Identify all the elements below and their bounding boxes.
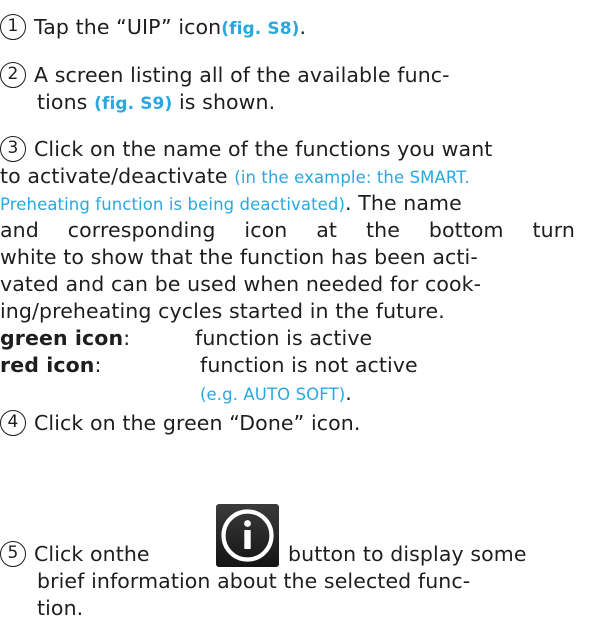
instruction-page: 1 Tap the “UIP” icon(fig. S8). 2 A screen … [0, 0, 589, 621]
legend-red-row: red icon: [0, 352, 102, 378]
example-note-part-2: Preheating function is being deactivated… [0, 195, 346, 214]
info-glyph [221, 509, 274, 562]
step-5-line-1-post: button to display some [288, 541, 527, 567]
legend-example: (e.g. AUTO SOFT) [200, 385, 346, 404]
step-number-5: 5 [0, 541, 26, 567]
legend-red-desc: function is not active [200, 353, 418, 377]
step-3-line-5: white to show that the function has been… [0, 244, 478, 270]
legend-green-desc-row: function is active [195, 325, 372, 351]
step-5-line-3: tion. [37, 595, 83, 621]
step-2-text-2-pre: tions [37, 90, 95, 114]
step-2-text-1: A screen listing all of the available fu… [34, 63, 450, 87]
legend-green-label: green icon [0, 326, 124, 350]
step-3-text-3: . The name [345, 191, 462, 215]
step-3-line-1: 3 Click on the name of the functions you … [0, 136, 492, 162]
step-3-text-2: to activate/deactivate [0, 164, 235, 188]
legend-green-desc: function is active [195, 326, 373, 350]
step-1: 1 Tap the “UIP” icon(fig. S8). [0, 14, 306, 42]
step-3-line-4: and corresponding icon at the bottom tur… [0, 217, 575, 243]
fig-ref-s8: (fig. S8) [221, 19, 300, 39]
step-3-line-3: Preheating function is being deactivated… [0, 190, 462, 218]
legend-example-row: (e.g. AUTO SOFT). [200, 380, 352, 408]
legend-green-colon: : [123, 326, 131, 350]
step-5-text-3: tion. [37, 596, 84, 620]
step-number-4: 4 [0, 410, 26, 436]
step-3-line-2: to activate/deactivate (in the example: … [0, 163, 470, 191]
legend-red-desc-row: function is not active [200, 352, 418, 378]
legend-green-row: green icon: [0, 325, 130, 351]
legend-red-colon: : [94, 353, 102, 377]
step-1-text: Tap the “UIP” icon [34, 15, 222, 39]
step-5-line-2: brief information about the selected fun… [37, 568, 470, 594]
step-5-line-1: 5 Click onthe [0, 541, 150, 567]
step-3-text-6: vated and can be used when needed for co… [0, 272, 482, 296]
fig-ref-s9: (fig. S9) [94, 94, 173, 114]
step-number-2: 2 [0, 62, 26, 88]
step-5-text-2: brief information about the selected fun… [37, 569, 471, 593]
step-4-text: Click on the green “Done” icon. [34, 411, 361, 435]
example-note-part-1: (in the example: the SMART. [234, 168, 470, 187]
step-3-text-1: Click on the name of the functions you w… [34, 137, 493, 161]
step-3-text-4: and corresponding icon at the bottom tur… [0, 218, 575, 242]
info-icon[interactable] [216, 504, 279, 567]
step-3-text-7: ing/preheating cycles started in the fut… [0, 299, 445, 323]
step-2-line-1: 2 A screen listing all of the available f… [0, 62, 450, 88]
legend-example-end: . [345, 381, 352, 405]
step-1-end: . [299, 15, 307, 39]
step-number-3: 3 [0, 136, 26, 162]
step-3-text-5: white to show that the function has been… [0, 245, 478, 269]
step-2-line-2: tions (fig. S9) is shown. [37, 89, 275, 117]
step-2-text-2-post: is shown. [172, 90, 276, 114]
step-3-line-6: vated and can be used when needed for co… [0, 271, 481, 297]
step-4: 4 Click on the green “Done” icon. [0, 410, 360, 436]
step-5-text-pre: Click onthe [34, 542, 150, 566]
step-number-1: 1 [0, 14, 26, 40]
legend-red-label: red icon [0, 353, 95, 377]
step-5-text-post: button to display some [288, 542, 527, 566]
step-3-line-7: ing/preheating cycles started in the fut… [0, 298, 445, 324]
